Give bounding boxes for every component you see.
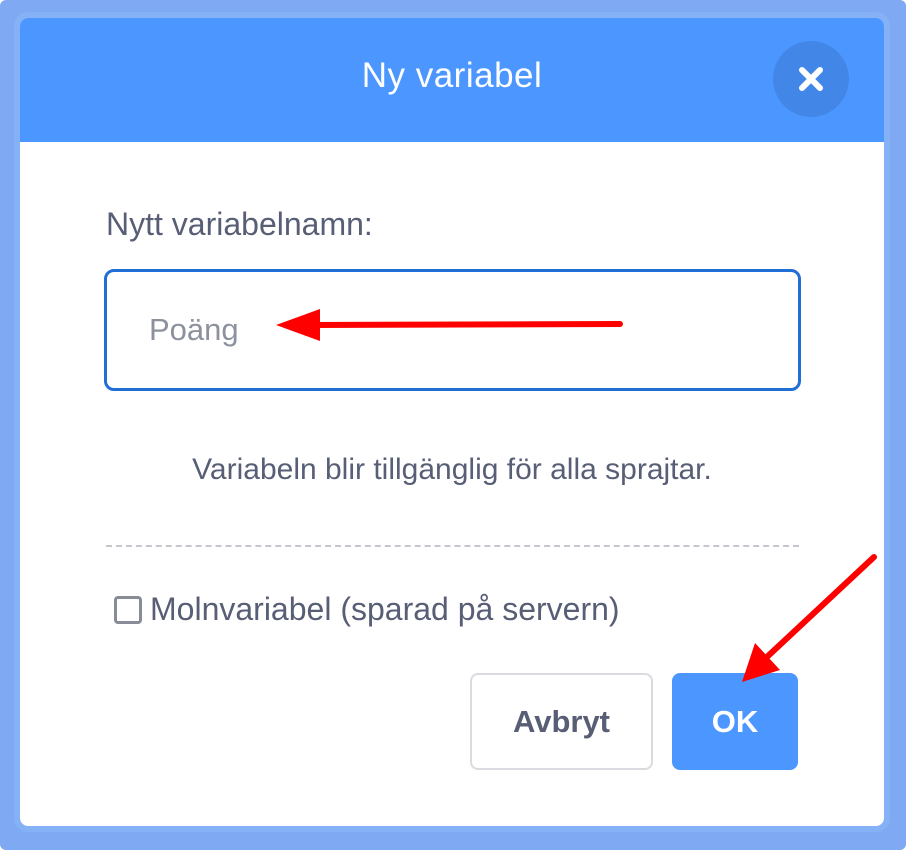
close-icon: [799, 67, 823, 91]
dialog-header: Ny variabel: [20, 18, 884, 142]
ok-button[interactable]: OK: [672, 673, 798, 770]
variable-name-label: Nytt variabelnamn:: [106, 206, 373, 242]
cloud-variable-option[interactable]: Molnvariabel (sparad på servern): [114, 591, 620, 628]
new-variable-dialog: Ny variabel Nytt variabelnamn: Variabeln…: [14, 12, 890, 832]
cloud-variable-label: Molnvariabel (sparad på servern): [150, 591, 620, 627]
dialog-title: Ny variabel: [361, 56, 543, 95]
dashed-divider: [106, 545, 799, 547]
dialog-backdrop: Ny variabel Nytt variabelnamn: Variabeln…: [0, 0, 906, 850]
cloud-variable-checkbox[interactable]: [114, 595, 142, 624]
scope-info-text: Variabeln blir tillgänglig för alla spra…: [192, 453, 712, 486]
variable-name-input[interactable]: [104, 269, 801, 391]
close-button[interactable]: [773, 41, 849, 117]
cancel-button[interactable]: Avbryt: [470, 673, 653, 770]
